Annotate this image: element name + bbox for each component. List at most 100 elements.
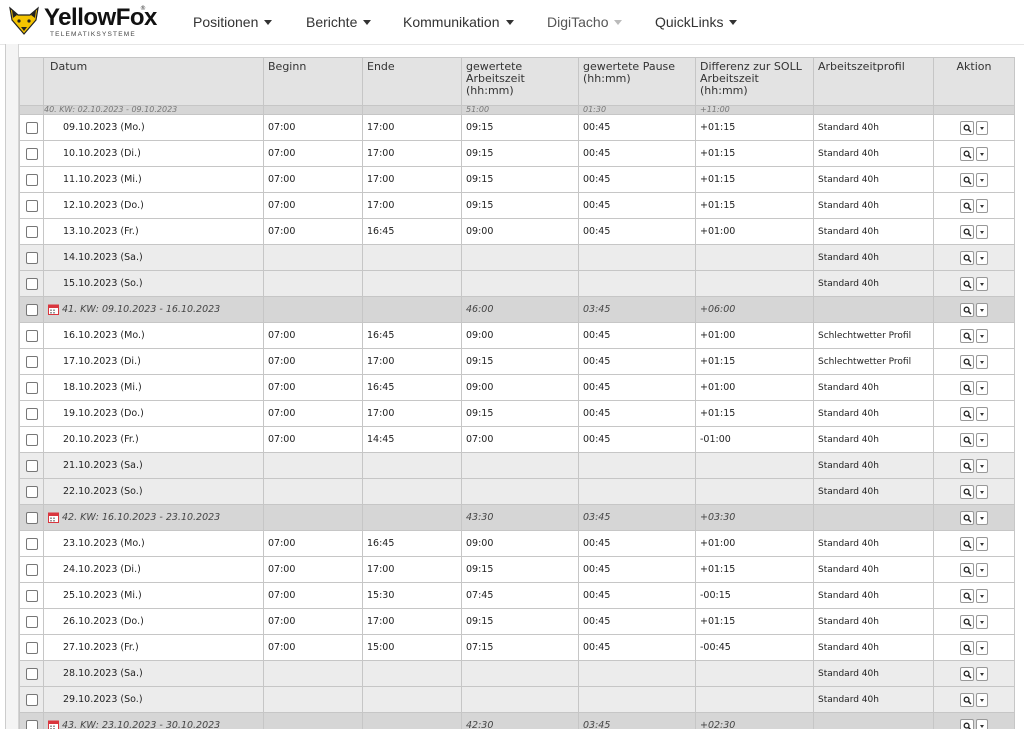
details-button[interactable] <box>960 120 974 135</box>
row-checkbox[interactable] <box>25 693 38 706</box>
yellowfox-logo[interactable]: YellowFox ® TELEMATIKSYSTEME <box>4 2 157 42</box>
nav-positionen[interactable]: Positionen <box>193 14 273 30</box>
row-checkbox[interactable] <box>25 433 38 446</box>
row-checkbox[interactable] <box>25 225 38 238</box>
row-checkbox[interactable] <box>25 251 38 264</box>
details-button[interactable] <box>960 302 974 317</box>
row-actions-dropdown-button[interactable] <box>976 328 988 343</box>
details-button[interactable] <box>960 146 974 161</box>
row-actions-dropdown-button[interactable] <box>976 588 988 603</box>
nav-berichte[interactable]: Berichte <box>306 14 372 30</box>
header-arbeitszeit[interactable]: gewertete Arbeitszeit (hh:mm) <box>461 57 579 106</box>
details-button[interactable] <box>960 458 974 473</box>
row-actions-dropdown-button[interactable] <box>976 380 988 395</box>
row-checkbox[interactable] <box>25 537 38 550</box>
details-button[interactable] <box>960 380 974 395</box>
details-button[interactable] <box>960 562 974 577</box>
row-differenz: +01:15 <box>695 140 814 167</box>
header-differenz[interactable]: Differenz zur SOLL Arbeitszeit (hh:mm) <box>695 57 814 106</box>
row-checkbox[interactable] <box>25 199 38 212</box>
worktime-table-container[interactable]: Datum Beginn Ende gewertete Arbeitszeit … <box>19 57 1015 729</box>
row-checkbox[interactable] <box>25 615 38 628</box>
row-actions-dropdown-button[interactable] <box>976 354 988 369</box>
row-actions-dropdown-button[interactable] <box>976 250 988 265</box>
magnifier-icon <box>963 462 972 471</box>
row-actions-dropdown-button[interactable] <box>976 666 988 681</box>
details-button[interactable] <box>960 198 974 213</box>
row-actions-dropdown-button[interactable] <box>976 640 988 655</box>
nav-quicklinks[interactable]: QuickLinks <box>655 14 738 30</box>
row-actions-dropdown-button[interactable] <box>976 146 988 161</box>
row-checkbox[interactable] <box>25 303 38 316</box>
details-button[interactable] <box>960 692 974 707</box>
row-actions-dropdown-button[interactable] <box>976 172 988 187</box>
row-checkbox[interactable] <box>25 121 38 134</box>
details-button[interactable] <box>960 614 974 629</box>
row-checkbox[interactable] <box>25 355 38 368</box>
details-button[interactable] <box>960 224 974 239</box>
details-button[interactable] <box>960 536 974 551</box>
details-button[interactable] <box>960 484 974 499</box>
row-checkbox[interactable] <box>25 147 38 160</box>
row-aktion <box>933 374 1015 401</box>
row-checkbox[interactable] <box>25 563 38 576</box>
row-actions-dropdown-button[interactable] <box>976 562 988 577</box>
row-checkbox[interactable] <box>25 589 38 602</box>
details-button[interactable] <box>960 718 974 729</box>
nav-digitacho[interactable]: DigiTacho <box>547 14 623 30</box>
row-checkbox[interactable] <box>25 667 38 680</box>
row-checkbox[interactable] <box>25 407 38 420</box>
row-arbeitszeit: 09:00 <box>461 322 579 349</box>
row-checkbox[interactable] <box>25 173 38 186</box>
row-actions-dropdown-button[interactable] <box>976 276 988 291</box>
header-profil[interactable]: Arbeitszeitprofil <box>813 57 934 106</box>
row-actions-dropdown-button[interactable] <box>976 224 988 239</box>
header-pause[interactable]: gewertete Pause (hh:mm) <box>578 57 696 106</box>
details-button[interactable] <box>960 510 974 525</box>
row-checkbox[interactable] <box>25 511 38 524</box>
details-button[interactable] <box>960 328 974 343</box>
date-label: 27.10.2023 (Fr.) <box>63 642 139 653</box>
row-actions-dropdown-button[interactable] <box>976 692 988 707</box>
row-checkbox[interactable] <box>25 459 38 472</box>
row-differenz <box>695 478 814 505</box>
row-actions-dropdown-button[interactable] <box>976 198 988 213</box>
nav-kommunikation[interactable]: Kommunikation <box>403 14 514 30</box>
row-actions-dropdown-button[interactable] <box>976 432 988 447</box>
details-button[interactable] <box>960 640 974 655</box>
row-arbeitszeit: 43:30 <box>461 504 579 531</box>
row-actions-dropdown-button[interactable] <box>976 458 988 473</box>
details-button[interactable] <box>960 666 974 681</box>
details-button[interactable] <box>960 354 974 369</box>
row-actions-dropdown-button[interactable] <box>976 484 988 499</box>
row-checkbox[interactable] <box>25 485 38 498</box>
row-checkbox[interactable] <box>25 277 38 290</box>
date-label: 22.10.2023 (So.) <box>63 486 143 497</box>
row-checkbox[interactable] <box>25 719 38 729</box>
row-ende: 15:30 <box>362 582 462 609</box>
details-button[interactable] <box>960 432 974 447</box>
details-button[interactable] <box>960 406 974 421</box>
header-beginn[interactable]: Beginn <box>263 57 363 106</box>
details-button[interactable] <box>960 276 974 291</box>
row-actions-dropdown-button[interactable] <box>976 718 988 729</box>
row-actions-dropdown-button[interactable] <box>976 120 988 135</box>
details-button[interactable] <box>960 250 974 265</box>
date-label: 10.10.2023 (Di.) <box>63 148 141 159</box>
row-actions-dropdown-button[interactable] <box>976 536 988 551</box>
magnifier-icon <box>963 280 972 289</box>
row-profil: Standard 40h <box>813 166 934 193</box>
row-actions-dropdown-button[interactable] <box>976 302 988 317</box>
row-checkbox[interactable] <box>25 329 38 342</box>
details-button[interactable] <box>960 588 974 603</box>
row-actions-dropdown-button[interactable] <box>976 406 988 421</box>
header-datum[interactable]: Datum <box>43 57 264 106</box>
row-actions-dropdown-button[interactable] <box>976 510 988 525</box>
table-row: 17.10.2023 (Di.) 07:00 17:00 09:15 00:45 +01:… <box>19 348 1015 375</box>
row-actions-dropdown-button[interactable] <box>976 614 988 629</box>
details-button[interactable] <box>960 172 974 187</box>
row-pause <box>578 270 696 297</box>
header-ende[interactable]: Ende <box>362 57 462 106</box>
row-checkbox[interactable] <box>25 641 38 654</box>
row-checkbox[interactable] <box>25 381 38 394</box>
